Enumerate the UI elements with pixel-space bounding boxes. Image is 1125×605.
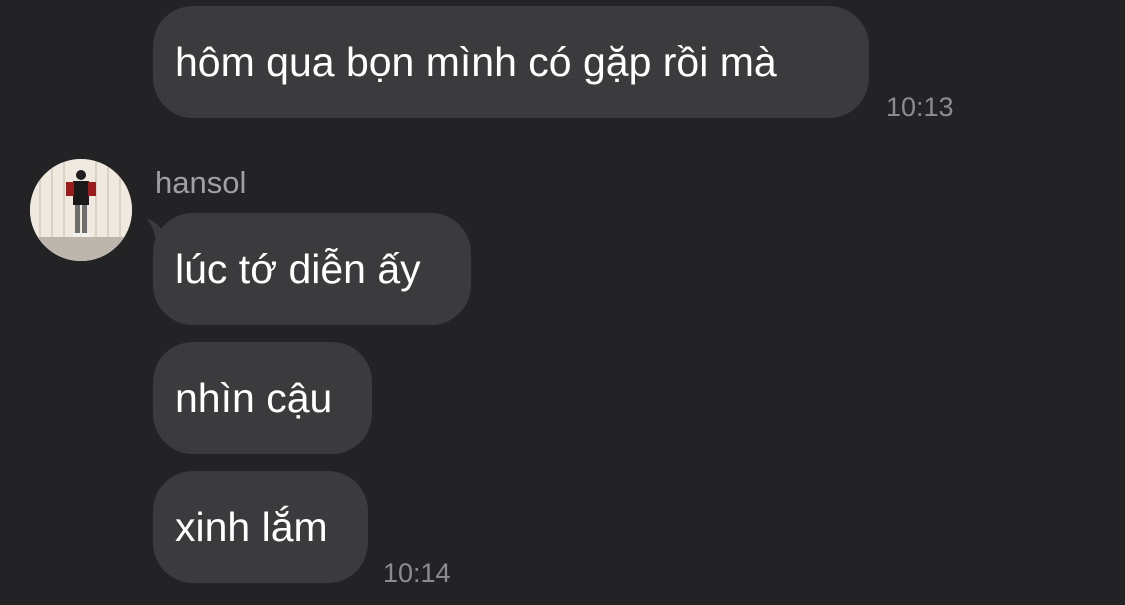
message-bubble[interactable]: xinh lắm xyxy=(153,471,368,583)
sender-name: hansol xyxy=(155,165,247,200)
message-bubble[interactable]: hôm qua bọn mình có gặp rồi mà xyxy=(153,6,869,118)
message-text: lúc tớ diễn ấy xyxy=(175,246,421,292)
message-text: hôm qua bọn mình có gặp rồi mà xyxy=(175,39,777,85)
message-bubble[interactable]: nhìn cậu xyxy=(153,342,372,454)
avatar[interactable] xyxy=(30,159,132,261)
message-timestamp: 10:14 xyxy=(383,558,451,588)
message-timestamp: 10:13 xyxy=(886,92,954,122)
message-bubble[interactable]: lúc tớ diễn ấy xyxy=(153,213,471,325)
avatar-photo xyxy=(30,159,132,261)
message-text: xinh lắm xyxy=(175,504,328,550)
message-text: nhìn cậu xyxy=(175,375,333,421)
